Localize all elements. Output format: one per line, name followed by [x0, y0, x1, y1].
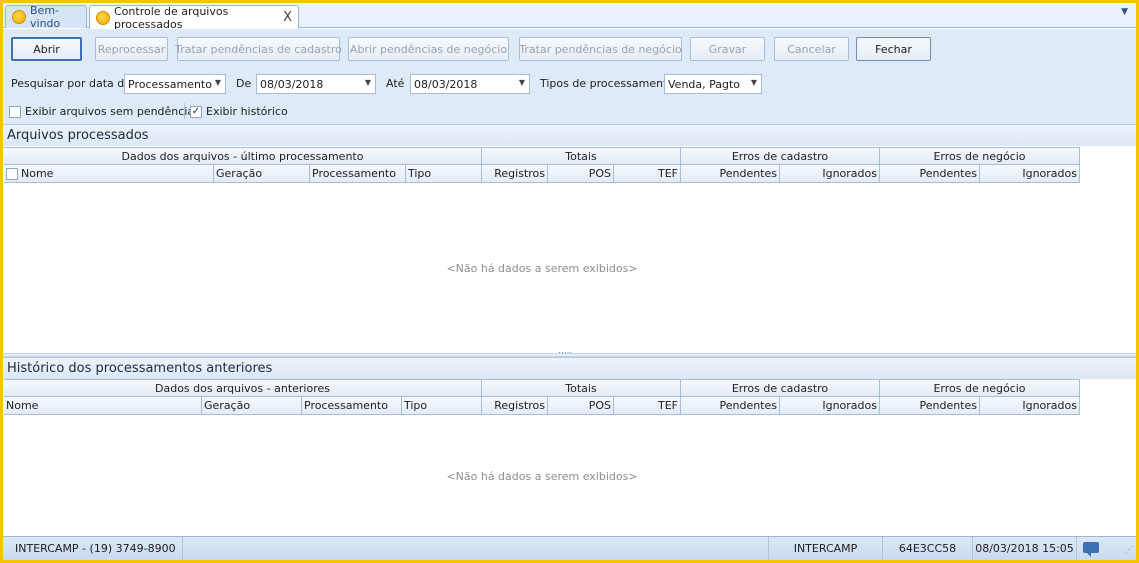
de-value: 08/03/2018 — [260, 77, 324, 91]
band-row: Dados dos arquivos - último processament… — [4, 147, 1080, 165]
history-section-title: Histórico dos processamentos anteriores — [3, 357, 1136, 379]
chevron-down-icon: ▼ — [518, 78, 525, 87]
pesquisar-select[interactable]: Processamento ▼ — [124, 74, 226, 94]
band-header: Totais — [482, 147, 681, 165]
band-row: Dados dos arquivos - anteriores Totais E… — [4, 379, 1080, 397]
column-header-processamento[interactable]: Processamento — [310, 165, 406, 183]
resize-grip-icon[interactable]: ⋰ — [1125, 545, 1133, 554]
tipos-value: Venda, Pagto — [668, 77, 741, 91]
splitter-grip-icon[interactable]: ..... — [558, 346, 572, 356]
tab-bem-vindo[interactable]: Bem-vindo — [5, 4, 87, 30]
column-header-ignorados-negocio[interactable]: Ignorados — [980, 165, 1080, 183]
history-empty-message: <Não há dados a serem exibidos> — [446, 470, 638, 483]
app-logo-icon — [12, 10, 26, 24]
chevron-down-icon: ▼ — [214, 78, 221, 87]
abrir-pendencias-negocio-button[interactable]: Abrir pendências de negócio — [348, 37, 509, 61]
tabs-dropdown-icon[interactable]: ▼ — [1121, 7, 1128, 17]
column-header-geracao[interactable]: Geração — [214, 165, 310, 183]
chat-icon[interactable] — [1083, 542, 1099, 557]
column-header-pendentes-cadastro[interactable]: Pendentes — [681, 397, 780, 415]
column-header-pos[interactable]: POS — [548, 165, 614, 183]
tratar-pendencias-cadastro-button[interactable]: Tratar pendências de cadastro — [175, 37, 342, 61]
column-header-tef[interactable]: TEF — [614, 165, 681, 183]
select-all-checkbox[interactable] — [6, 167, 18, 180]
column-header-pos[interactable]: POS — [548, 397, 614, 415]
band-header: Totais — [482, 379, 681, 397]
ate-date-picker[interactable]: 08/03/2018 ▼ — [410, 74, 530, 94]
column-header-ignorados-negocio[interactable]: Ignorados — [980, 397, 1080, 415]
history-grid[interactable]: Dados dos arquivos - anteriores Totais E… — [4, 379, 1080, 415]
column-header-pendentes-negocio[interactable]: Pendentes — [880, 397, 980, 415]
app-logo-icon — [96, 10, 110, 25]
column-header-ignorados-cadastro[interactable]: Ignorados — [780, 397, 880, 415]
tab-strip: Bem-vindo Controle de arquivos processad… — [3, 3, 1136, 31]
chevron-down-icon: ▼ — [750, 78, 757, 87]
cancelar-button[interactable]: Cancelar — [774, 37, 849, 61]
column-header-nome[interactable]: Nome — [4, 165, 214, 183]
chevron-down-icon: ▼ — [364, 78, 371, 87]
band-header: Erros de negócio — [880, 379, 1080, 397]
column-header-geracao[interactable]: Geração — [202, 397, 302, 415]
checkbox-box[interactable] — [9, 105, 21, 118]
tab-controle-arquivos[interactable]: Controle de arquivos processados X — [89, 4, 299, 31]
tab-label: Bem-vindo — [30, 4, 61, 30]
status-user: INTERCAMP — [768, 537, 883, 560]
band-header: Dados dos arquivos - último processament… — [4, 147, 482, 165]
status-bar: INTERCAMP - (19) 3749-8900 INTERCAMP 64E… — [3, 536, 1136, 560]
column-header-row: Nome Geração Processamento Tipo Registro… — [4, 165, 1080, 183]
exibir-sem-pendencias-label: Exibir arquivos sem pendências — [25, 105, 200, 118]
band-header: Dados dos arquivos - anteriores — [4, 379, 482, 397]
checkmark-icon[interactable]: ✓ — [190, 105, 202, 118]
column-header-registros[interactable]: Registros — [482, 165, 548, 183]
band-header: Erros de negócio — [880, 147, 1080, 165]
gravar-button[interactable]: Gravar — [690, 37, 765, 61]
exibir-sem-pendencias-checkbox[interactable]: Exibir arquivos sem pendências — [9, 105, 200, 118]
status-code: 64E3CC58 — [883, 537, 973, 560]
processed-empty-message: <Não há dados a serem exibidos> — [446, 262, 638, 275]
abrir-button[interactable]: Abrir — [11, 37, 82, 61]
ate-label: Até — [386, 77, 405, 90]
band-header: Erros de cadastro — [681, 147, 880, 165]
de-date-picker[interactable]: 08/03/2018 ▼ — [256, 74, 376, 94]
tratar-pendencias-negocio-button[interactable]: Tratar pendências de negócio — [519, 37, 682, 61]
column-header-ignorados-cadastro[interactable]: Ignorados — [780, 165, 880, 183]
column-header-tipo[interactable]: Tipo — [406, 165, 482, 183]
exibir-historico-checkbox[interactable]: ✓ Exibir histórico — [190, 105, 288, 118]
tab-label: Controle de arquivos processados — [114, 4, 229, 31]
pesquisar-label: Pesquisar por data de — [11, 77, 131, 90]
divider — [184, 103, 185, 119]
column-header-pendentes-negocio[interactable]: Pendentes — [880, 165, 980, 183]
app-window: Bem-vindo Controle de arquivos processad… — [3, 3, 1136, 560]
filter-panel: Abrir Reprocessar Tratar pendências de c… — [3, 29, 1136, 124]
fechar-button[interactable]: Fechar — [856, 37, 931, 61]
column-header-row: Nome Geração Processamento Tipo Registro… — [4, 397, 1080, 415]
column-header-pendentes-cadastro[interactable]: Pendentes — [681, 165, 780, 183]
exibir-historico-label: Exibir histórico — [206, 105, 288, 118]
column-header-registros[interactable]: Registros — [482, 397, 548, 415]
ate-value: 08/03/2018 — [414, 77, 478, 91]
column-header-tipo[interactable]: Tipo — [402, 397, 482, 415]
column-label: Nome — [21, 167, 54, 180]
de-label: De — [236, 77, 252, 90]
processed-section-title: Arquivos processados — [3, 124, 1136, 146]
close-icon[interactable]: X — [283, 10, 292, 25]
status-company: INTERCAMP - (19) 3749-8900 — [9, 537, 183, 560]
column-header-processamento[interactable]: Processamento — [302, 397, 402, 415]
reprocessar-button[interactable]: Reprocessar — [95, 37, 168, 61]
status-datetime: 08/03/2018 15:05 — [973, 537, 1077, 560]
tipos-label: Tipos de processamento — [540, 77, 675, 90]
pesquisar-value: Processamento — [128, 77, 212, 91]
column-header-tef[interactable]: TEF — [614, 397, 681, 415]
band-header: Erros de cadastro — [681, 379, 880, 397]
processed-grid[interactable]: Dados dos arquivos - último processament… — [4, 147, 1080, 183]
tipos-select[interactable]: Venda, Pagto ▼ — [664, 74, 762, 94]
column-header-nome[interactable]: Nome — [4, 397, 202, 415]
